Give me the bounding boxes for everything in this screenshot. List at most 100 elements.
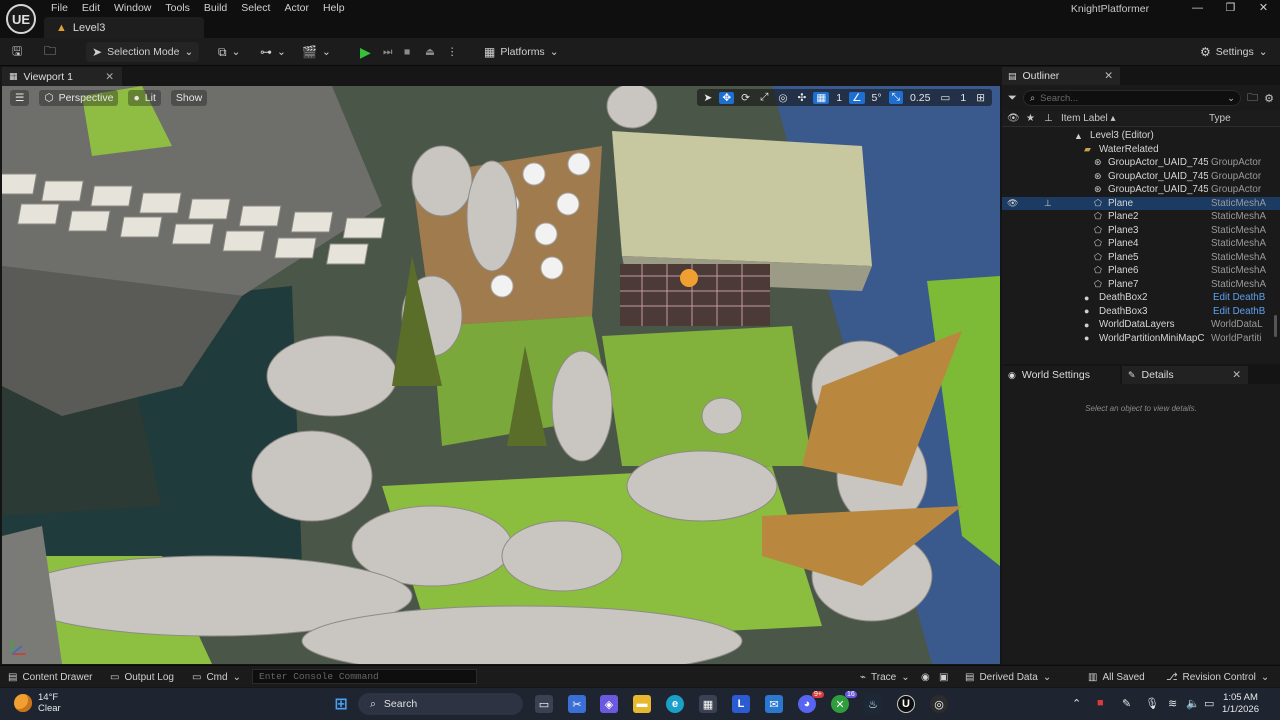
outliner-scrollbar[interactable] [1274,315,1277,337]
camera-speed-value[interactable]: 1 [957,92,969,104]
tree-row-plane4[interactable]: ⬠ Plane4 StaticMeshA [1002,237,1280,251]
file-explorer-icon[interactable]: ▬ [633,695,651,713]
perspective-dropdown[interactable]: ⬡ Perspective [39,90,119,106]
task-view-icon[interactable]: ▭ [535,695,553,713]
selection-mode-dropdown[interactable]: ➤ Selection Mode ⌄ [86,42,200,62]
menu-tools[interactable]: Tools [158,0,197,16]
menu-select[interactable]: Select [234,0,277,16]
chevron-down-icon[interactable]: ⌄ [1227,93,1235,104]
tree-row-worldpartitionminimap[interactable]: ● WorldPartitionMiniMapC WorldPartiti [1002,332,1280,346]
content-browser-button[interactable]: 🗀 [44,42,56,62]
tree-row-plane5[interactable]: ⬠ Plane5 StaticMeshA [1002,251,1280,265]
add-actor-button[interactable]: ⧉ ⌄ [218,42,240,62]
close-icon[interactable]: ✕ [1232,369,1241,381]
visibility-eye-icon[interactable]: 👁 [1007,198,1018,209]
add-folder-icon[interactable]: 🗀 [1247,89,1258,108]
weather-widget[interactable]: 14°F Clear [14,692,61,714]
rotate-tool-icon[interactable]: ⟳ [738,92,753,104]
copilot-icon[interactable]: ◈ [600,695,618,713]
scale-snap-icon[interactable]: ⤡ [888,91,903,104]
trace-dropdown[interactable]: ⌁ Trace ⌄ [860,670,910,684]
edit-deathbox-link[interactable]: Edit DeathB [1213,306,1273,317]
volume-icon[interactable]: 🔈 [1186,697,1200,710]
console-command-input[interactable]: Enter Console Command [252,669,477,684]
details-tab[interactable]: ✎ Details ✕ [1122,366,1248,384]
obs-icon[interactable]: ◎ [930,695,948,713]
step-button[interactable]: ⏭ [383,42,392,62]
revision-control-dropdown[interactable]: ⎇ Revision Control ⌄ [1166,670,1269,684]
system-clock[interactable]: 1:05 AM 1/1/2026 [1222,692,1259,716]
output-log-button[interactable]: ▭ Output Log [110,670,174,684]
menu-file[interactable]: File [44,0,75,16]
viewport-tab[interactable]: ▦ Viewport 1 ✕ [2,67,122,86]
menu-edit[interactable]: Edit [75,0,107,16]
tree-row-groupactor-2[interactable]: ⊛ GroupActor_UAID_745 GroupActor [1002,170,1280,184]
camera-speed-icon[interactable]: ▭ [937,92,953,104]
lit-dropdown[interactable]: ● Lit [128,90,161,106]
scale-tool-icon[interactable]: ⤢ [757,91,771,104]
tray-app-icon[interactable]: ■ [1097,697,1104,709]
app-l-icon[interactable]: L [732,695,750,713]
record-button[interactable]: ◉ [921,670,930,684]
unreal-engine-icon[interactable]: U [897,695,915,713]
cmd-dropdown[interactable]: ▭ Cmd ⌄ [192,670,241,684]
wifi-icon[interactable]: ≋ [1168,697,1177,710]
store-icon[interactable]: ▦ [699,695,717,713]
tree-row-plane[interactable]: 👁 ⊥ ⬠ Plane StaticMeshA [1002,196,1280,210]
filter-icon[interactable]: ⏷ [1008,92,1017,105]
tree-row-waterrelated[interactable]: ▰ WaterRelated [1002,143,1280,157]
close-button[interactable]: ✕ [1247,0,1280,16]
settings-dropdown[interactable]: ⚙ Settings ⌄ [1200,42,1268,62]
all-saved-button[interactable]: ▥ All Saved [1088,670,1145,684]
level-viewport[interactable]: ☰ ⬡ Perspective ● Lit Show ➤ ✥ ⟳ ⤢ ◎ ✣ ▦… [2,86,1000,664]
tree-row-plane3[interactable]: ⬠ Plane3 StaticMeshA [1002,224,1280,238]
scale-snap-value[interactable]: 0.25 [907,92,933,104]
mail-icon[interactable]: ✉ [765,695,783,713]
taskbar-search[interactable]: ⌕ Search [358,693,523,715]
pin-icon[interactable]: ⊥ [1044,198,1052,209]
windows-start-icon[interactable]: ⊞ [332,695,350,713]
level-tab[interactable]: ▲ Level3 [44,17,204,38]
viewport-layout-icon[interactable]: ⊞ [973,92,988,104]
platforms-dropdown[interactable]: ▦ Platforms ⌄ [484,42,559,62]
close-icon[interactable]: ✕ [1104,70,1113,82]
tree-row-plane2[interactable]: ⬠ Plane2 StaticMeshA [1002,210,1280,224]
favorite-column-icon[interactable]: ★ [1026,113,1035,124]
tree-row-deathbox2[interactable]: ● DeathBox2 Edit DeathB [1002,291,1280,305]
unreal-logo-icon[interactable]: UE [6,4,36,34]
play-button[interactable]: ▶ [360,42,371,62]
tree-row-plane6[interactable]: ⬠ Plane6 StaticMeshA [1002,264,1280,278]
tree-row-level3[interactable]: ▲ Level3 (Editor) [1002,129,1280,143]
surface-snap-icon[interactable]: ✣ [795,92,810,104]
tray-pen-icon[interactable]: ✎ [1122,697,1131,710]
maximize-button[interactable]: ❐ [1214,0,1247,16]
show-dropdown[interactable]: Show [170,90,208,106]
menu-window[interactable]: Window [107,0,158,16]
minimize-button[interactable]: — [1181,0,1214,16]
tree-row-deathbox3[interactable]: ● DeathBox3 Edit DeathB [1002,305,1280,319]
menu-actor[interactable]: Actor [277,0,316,16]
tree-row-plane7[interactable]: ⬠ Plane7 StaticMeshA [1002,278,1280,292]
microphone-icon[interactable]: 🎙 [1145,697,1159,710]
select-tool-icon[interactable]: ➤ [701,92,716,104]
tree-row-groupactor-1[interactable]: ⊛ GroupActor_UAID_745 GroupActor [1002,156,1280,170]
visibility-column-icon[interactable]: 👁 [1007,113,1020,124]
chevron-up-icon[interactable]: ⌃ [1072,697,1081,710]
eject-button[interactable]: ⏏ [425,42,435,62]
battery-icon[interactable]: ▭ [1204,697,1214,710]
rotation-snap-value[interactable]: 5° [869,92,885,104]
grid-snap-value[interactable]: 1 [833,92,845,104]
viewport-menu-button[interactable]: ☰ [10,90,30,106]
menu-help[interactable]: Help [316,0,352,16]
outliner-search-input[interactable]: ⌕ Search... ⌄ [1022,90,1242,106]
cinematics-button[interactable]: 🎬 ⌄ [302,42,331,62]
tree-row-groupactor-3[interactable]: ⊛ GroupActor_UAID_745 GroupActor [1002,183,1280,197]
stop-button[interactable]: ■ [404,42,410,62]
tree-row-worlddatalayers[interactable]: ● WorldDataLayers WorldDataL [1002,318,1280,332]
steam-icon[interactable]: ♨ [864,695,882,713]
derived-data-dropdown[interactable]: ▤ Derived Data ⌄ [965,670,1051,684]
save-button[interactable]: 🖫 [12,42,22,62]
gear-icon[interactable]: ⚙ [1264,92,1274,105]
coordinate-space-icon[interactable]: ◎ [775,92,790,104]
pin-column-icon[interactable]: ⊥ [1044,113,1053,124]
